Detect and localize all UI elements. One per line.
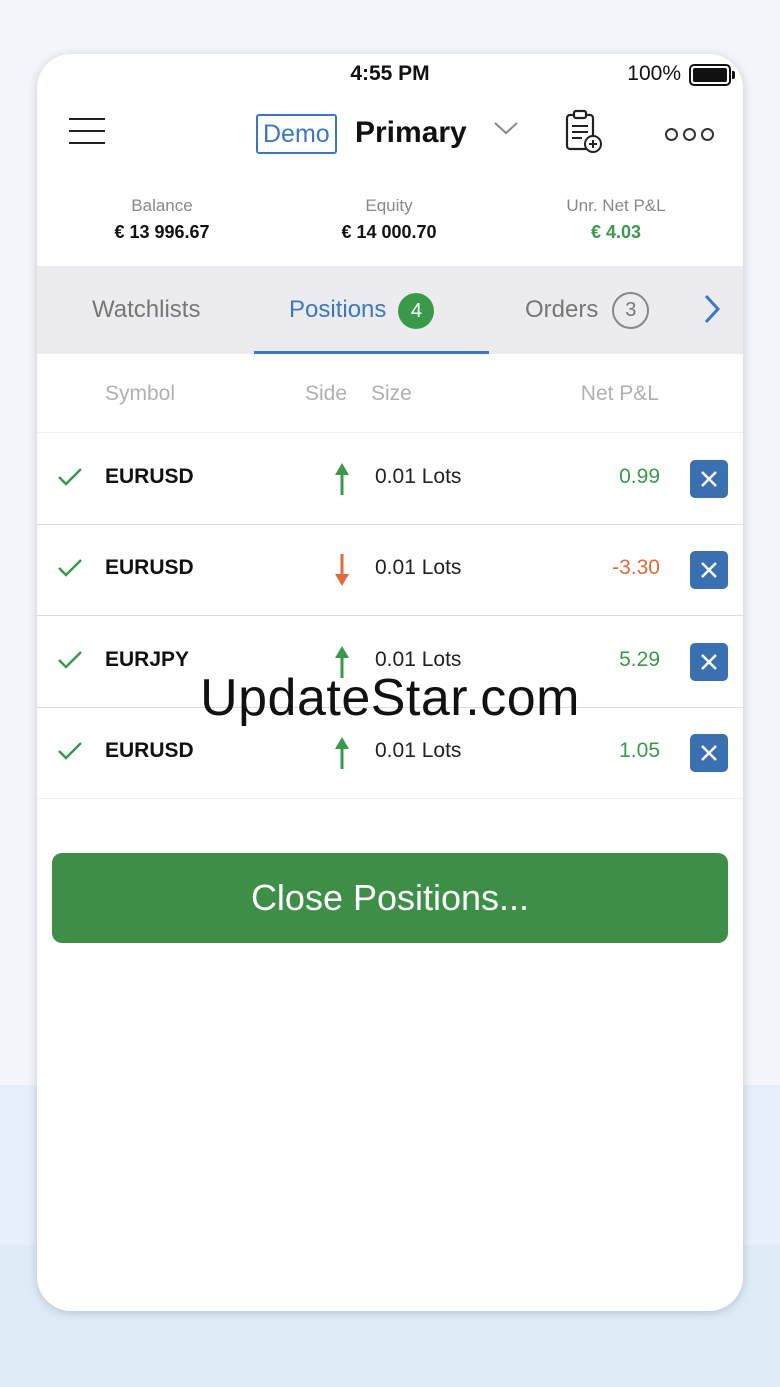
tab-label: Positions [289, 296, 387, 323]
column-header-symbol: Symbol [105, 382, 176, 405]
position-symbol: EURUSD [105, 556, 194, 579]
check-icon [58, 468, 82, 486]
hamburger-menu-icon[interactable] [69, 118, 105, 146]
positions-count-badge: 4 [398, 292, 435, 329]
position-size: 0.01 Lots [375, 556, 462, 579]
column-header-pnl: Net P&L [580, 382, 659, 405]
close-positions-button[interactable]: Close Positions... [52, 853, 728, 943]
chevron-right-icon[interactable] [703, 294, 721, 324]
battery-percent: 100% [627, 62, 681, 85]
column-header-size: Size [371, 382, 412, 405]
position-size: 0.01 Lots [375, 465, 462, 488]
position-pnl: -3.30 [612, 556, 660, 579]
close-position-button[interactable] [690, 551, 728, 589]
clipboard-add-icon[interactable] [564, 109, 604, 155]
close-icon [701, 471, 717, 487]
position-size: 0.01 Lots [375, 739, 462, 762]
tab-label: Orders [525, 296, 599, 323]
position-pnl: 0.99 [619, 465, 660, 488]
equity-summary: Equity € 14 000.70 [289, 196, 489, 243]
column-header-side: Side [305, 382, 348, 405]
tab-positions[interactable]: Positions 4 [289, 266, 435, 354]
tab-orders[interactable]: Orders 3 [525, 266, 650, 354]
position-pnl: 1.05 [619, 739, 660, 762]
pnl-value: € 4.03 [590, 222, 642, 242]
check-icon [58, 651, 82, 669]
pnl-summary: Unr. Net P&L € 4.03 [516, 196, 716, 243]
equity-label: Equity [365, 196, 413, 215]
tab-bar: Watchlists Positions 4 Orders 3 [37, 266, 743, 354]
close-position-button[interactable] [690, 734, 728, 772]
arrow-up-icon [335, 737, 349, 769]
tab-watchlists[interactable]: Watchlists [92, 266, 200, 354]
balance-value: € 13 996.67 [114, 222, 210, 242]
position-row[interactable]: EURUSD 0.01 Lots -3.30 [37, 524, 743, 616]
more-options-icon[interactable] [665, 128, 719, 146]
orders-count-badge: 3 [612, 292, 650, 330]
position-symbol: EURUSD [105, 739, 194, 762]
position-symbol: EURUSD [105, 465, 194, 488]
tab-label: Watchlists [92, 296, 201, 323]
check-icon [58, 559, 82, 577]
battery-icon [689, 64, 735, 86]
arrow-up-icon [335, 463, 349, 495]
close-position-button[interactable] [690, 460, 728, 498]
arrow-down-icon [335, 554, 349, 586]
position-row[interactable]: EURUSD 0.01 Lots 0.99 [37, 433, 743, 525]
balance-label: Balance [131, 196, 193, 215]
watermark: UpdateStar.com [200, 669, 580, 727]
account-type-badge: Demo [256, 114, 337, 154]
active-tab-indicator [254, 351, 489, 354]
pnl-label: Unr. Net P&L [566, 196, 666, 215]
chevron-down-icon[interactable] [493, 120, 519, 136]
check-icon [58, 742, 82, 760]
equity-value: € 14 000.70 [341, 222, 437, 242]
close-icon [701, 745, 717, 761]
close-icon [701, 562, 717, 578]
account-name[interactable]: Primary [355, 114, 467, 152]
balance-summary: Balance € 13 996.67 [62, 196, 262, 243]
